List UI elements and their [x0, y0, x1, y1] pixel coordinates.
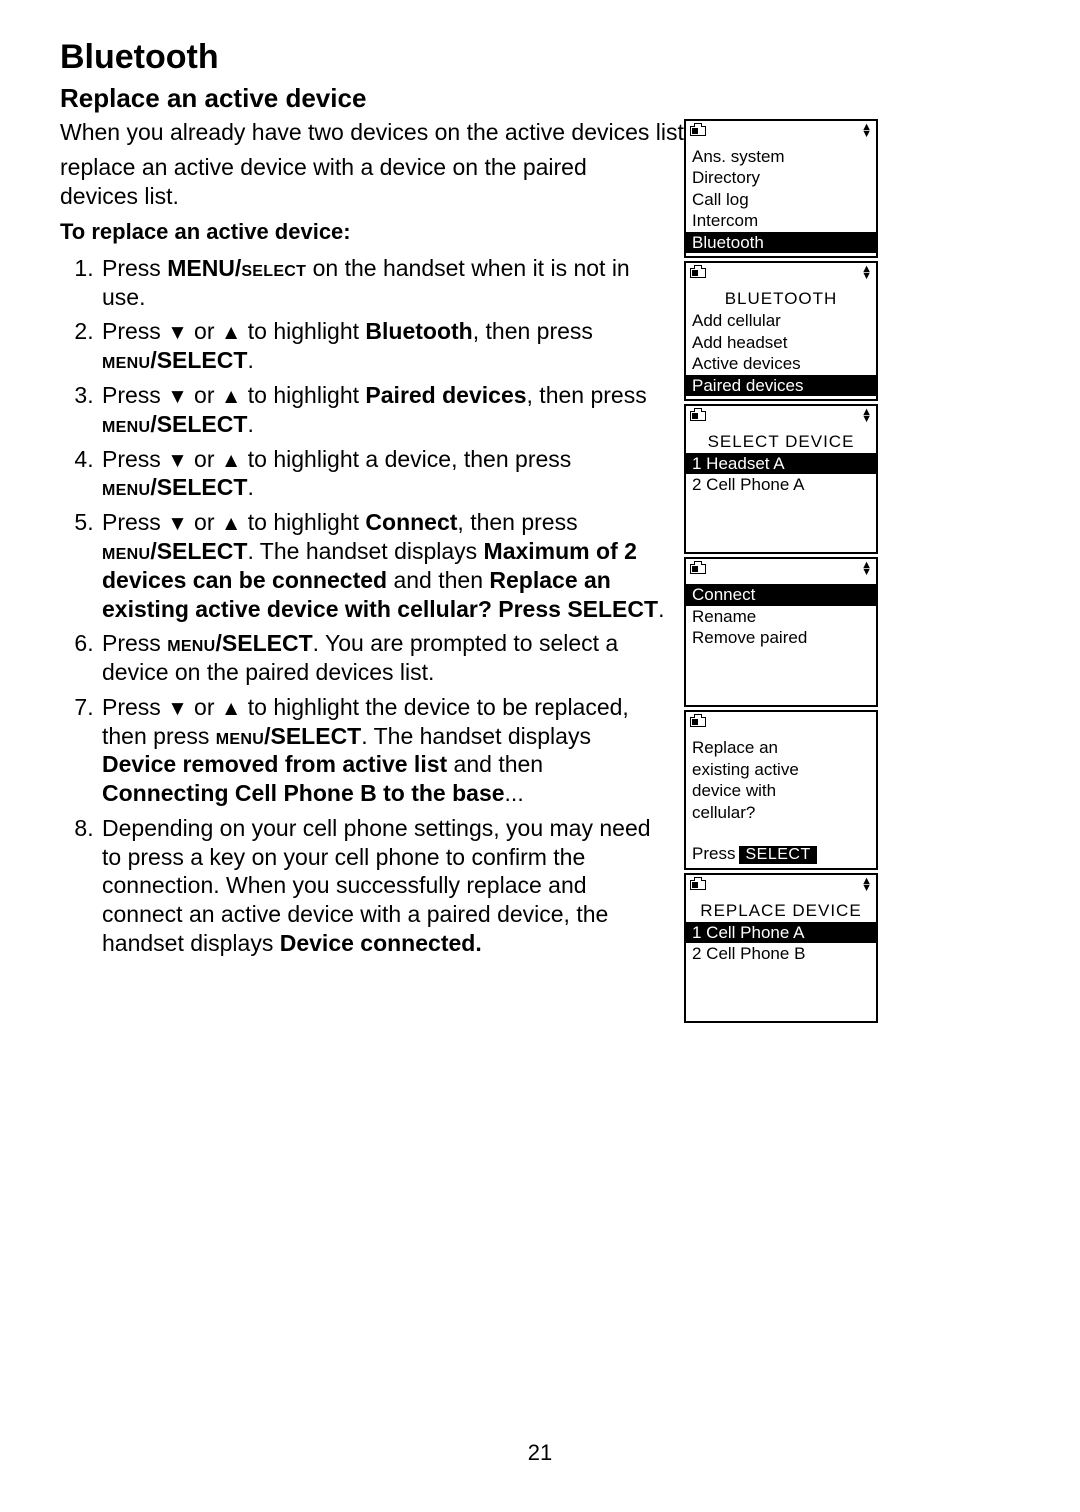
- up-triangle-icon: ▲: [221, 321, 241, 344]
- menu-item: Remove paired: [686, 627, 876, 649]
- screen-connect-menu: ▲▼ Connect Rename Remove paired: [684, 557, 878, 707]
- battery-icon: [690, 268, 706, 278]
- step-7: Press ▼ or ▲ to highlight the device to …: [100, 693, 670, 808]
- menu-item: Directory: [686, 167, 876, 189]
- battery-icon: [690, 411, 706, 421]
- battery-icon: [690, 564, 706, 574]
- prompt-line: device with: [686, 780, 876, 802]
- menu-item-highlighted: Bluetooth: [686, 232, 876, 254]
- step-8: Depending on your cell phone settings, y…: [100, 814, 670, 958]
- down-triangle-icon: ▼: [167, 449, 187, 472]
- menu-item: Add headset: [686, 332, 876, 354]
- screen-title: SELECT DEVICE: [686, 431, 876, 453]
- menu-item: Add cellular: [686, 310, 876, 332]
- prompt-line: existing active: [686, 759, 876, 781]
- battery-icon: [690, 126, 706, 136]
- prompt-line: cellular?: [686, 802, 876, 824]
- up-triangle-icon: ▲: [221, 449, 241, 472]
- up-triangle-icon: ▲: [221, 385, 241, 408]
- intro-narrow: replace an active device with a device o…: [60, 153, 670, 211]
- steps-list: Press MENU/select on the handset when it…: [60, 254, 670, 958]
- down-triangle-icon: ▼: [167, 385, 187, 408]
- down-triangle-icon: ▼: [167, 321, 187, 344]
- step-3: Press ▼ or ▲ to highlight Paired devices…: [100, 381, 670, 439]
- screen-main-menu: ▲▼ Ans. system Directory Call log Interc…: [684, 119, 878, 259]
- step-1: Press MENU/select on the handset when it…: [100, 254, 670, 312]
- step-2: Press ▼ or ▲ to highlight Bluetooth, the…: [100, 317, 670, 375]
- procedure-heading: To replace an active device:: [60, 218, 670, 246]
- menu-item-highlighted: Paired devices: [686, 375, 876, 397]
- prompt-action: PressSELECT: [686, 823, 876, 865]
- screen-replace-prompt: Replace an existing active device with c…: [684, 710, 878, 870]
- menu-item-highlighted: 1 Headset A: [686, 453, 876, 475]
- prompt-line: Replace an: [686, 737, 876, 759]
- menu-item: Rename: [686, 606, 876, 628]
- screen-title: REPLACE DEVICE: [686, 900, 876, 922]
- updown-arrows-icon: ▲▼: [861, 562, 872, 576]
- updown-arrows-icon: ▲▼: [861, 878, 872, 892]
- down-triangle-icon: ▼: [167, 512, 187, 535]
- right-column-screens: ▲▼ Ans. system Directory Call log Interc…: [684, 119, 878, 1024]
- battery-icon: [690, 717, 706, 727]
- screen-title: BLUETOOTH: [686, 288, 876, 310]
- menu-item: Active devices: [686, 353, 876, 375]
- screen-bluetooth-menu: ▲▼ BLUETOOTH Add cellular Add headset Ac…: [684, 261, 878, 401]
- menu-item: 2 Cell Phone B: [686, 943, 876, 965]
- step-6: Press menu/SELECT. You are prompted to s…: [100, 629, 670, 687]
- down-triangle-icon: ▼: [167, 697, 187, 720]
- menu-item: 2 Cell Phone A: [686, 474, 876, 496]
- left-column: replace an active device with a device o…: [60, 153, 670, 1024]
- menu-item: Ans. system: [686, 146, 876, 168]
- step-4: Press ▼ or ▲ to highlight a device, then…: [100, 445, 670, 503]
- select-softkey: SELECT: [739, 846, 816, 864]
- screen-replace-device: ▲▼ REPLACE DEVICE 1 Cell Phone A 2 Cell …: [684, 873, 878, 1023]
- menu-item-highlighted: Connect: [686, 584, 876, 606]
- menu-item-highlighted: 1 Cell Phone A: [686, 922, 876, 944]
- up-triangle-icon: ▲: [221, 697, 241, 720]
- page-number: 21: [0, 1440, 1080, 1466]
- up-triangle-icon: ▲: [221, 512, 241, 535]
- updown-arrows-icon: ▲▼: [861, 266, 872, 280]
- menu-item: Call log: [686, 189, 876, 211]
- section-title: Replace an active device: [60, 83, 1020, 114]
- updown-arrows-icon: ▲▼: [861, 124, 872, 138]
- manual-page: Bluetooth Replace an active device When …: [0, 0, 1080, 1023]
- updown-arrows-icon: ▲▼: [861, 409, 872, 423]
- step-5: Press ▼ or ▲ to highlight Connect, then …: [100, 508, 670, 623]
- screen-select-device: ▲▼ SELECT DEVICE 1 Headset A 2 Cell Phon…: [684, 404, 878, 554]
- page-title: Bluetooth: [60, 38, 1020, 77]
- battery-icon: [690, 880, 706, 890]
- menu-item: Intercom: [686, 210, 876, 232]
